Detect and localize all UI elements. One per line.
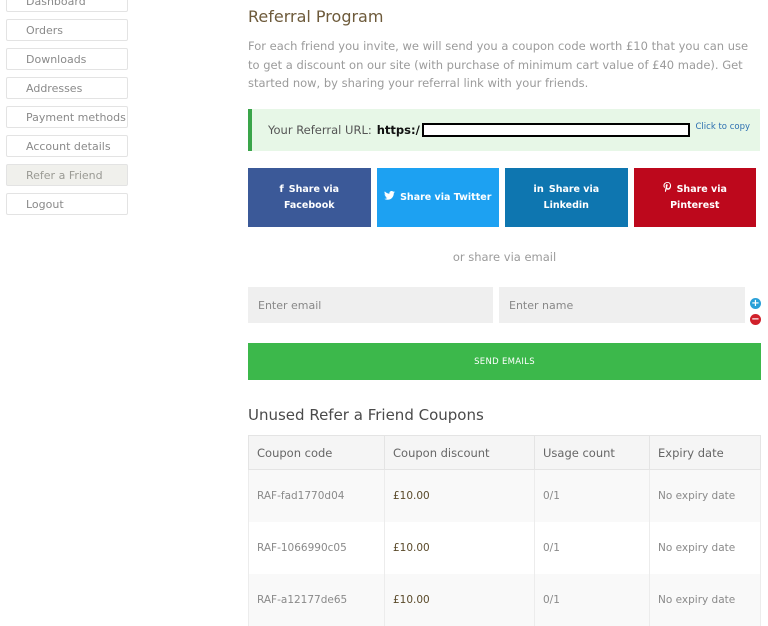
coupon-discount-cell: £10.00: [384, 574, 535, 626]
copy-link-button[interactable]: Click to copy: [696, 122, 751, 132]
intro-text: For each friend you invite, we will send…: [248, 39, 749, 90]
table-row: RAF-fad1770d04 £10.00 0/1 No expiry date: [248, 469, 761, 522]
referral-url[interactable]: https:/: [377, 123, 690, 138]
sidebar-item-dashboard[interactable]: Dashboard: [6, 0, 128, 12]
pinterest-icon: [663, 181, 672, 198]
usage-count-cell: 0/1: [534, 522, 650, 574]
coupon-code-cell: RAF-fad1770d04: [248, 469, 385, 522]
referral-url-box: Your Referral URL: https:/ Click to copy: [248, 109, 760, 151]
redaction-box: [421, 123, 690, 138]
share-pinterest-line1: Share via: [676, 183, 727, 195]
expiry-date-cell: No expiry date: [649, 522, 761, 574]
referral-url-label: Your Referral URL:: [268, 123, 372, 137]
expiry-date-cell: No expiry date: [649, 574, 761, 626]
coupons-table: Coupon code Coupon discount Usage count …: [248, 435, 761, 626]
linkedin-icon: in: [533, 183, 544, 195]
sidebar-item-account-details[interactable]: Account details: [6, 135, 128, 157]
table-row: RAF-a12177de65 £10.00 0/1 No expiry date: [248, 574, 761, 626]
share-twitter-line1: Share via Twitter: [400, 191, 492, 203]
share-facebook-button[interactable]: f Share via Facebook: [248, 168, 371, 227]
twitter-icon: [384, 190, 395, 206]
share-linkedin-button[interactable]: in Share via Linkedin: [505, 168, 628, 227]
add-row-icon[interactable]: +: [750, 298, 761, 309]
column-header-usage-count: Usage count: [534, 435, 650, 470]
email-input[interactable]: [248, 287, 493, 323]
referral-url-prefix: https:/: [376, 122, 420, 137]
sidebar-item-payment-methods[interactable]: Payment methods: [6, 106, 128, 128]
column-header-coupon-discount: Coupon discount: [384, 435, 535, 470]
sidebar-item-addresses[interactable]: Addresses: [6, 77, 128, 99]
column-header-expiry-date: Expiry date: [649, 435, 761, 470]
page-title: Referral Program: [248, 7, 384, 26]
coupon-discount-cell: £10.00: [384, 469, 535, 522]
table-header-row: Coupon code Coupon discount Usage count …: [248, 435, 761, 470]
share-linkedin-line2: Linkedin: [543, 199, 589, 211]
sidebar-item-logout[interactable]: Logout: [6, 193, 128, 215]
expiry-date-cell: No expiry date: [649, 469, 761, 522]
account-sidebar: Dashboard Orders Downloads Addresses Pay…: [6, 0, 128, 222]
coupons-section-title: Unused Refer a Friend Coupons: [248, 406, 484, 424]
share-twitter-button[interactable]: Share via Twitter: [376, 168, 499, 227]
remove-row-icon[interactable]: −: [750, 314, 761, 325]
usage-count-cell: 0/1: [534, 469, 650, 522]
coupon-code-cell: RAF-a12177de65: [248, 574, 385, 626]
usage-count-cell: 0/1: [534, 574, 650, 626]
coupon-discount-cell: £10.00: [384, 522, 535, 574]
table-row: RAF-1066990c05 £10.00 0/1 No expiry date: [248, 522, 761, 574]
share-facebook-line2: Facebook: [283, 199, 335, 211]
share-buttons: f Share via Facebook Share via Twitter i…: [248, 168, 756, 227]
sidebar-item-refer-a-friend[interactable]: Refer a Friend: [6, 164, 128, 186]
name-input[interactable]: [499, 287, 745, 323]
share-pinterest-line2: Pinterest: [670, 199, 720, 211]
send-emails-button[interactable]: SEND EMAILS: [248, 343, 761, 380]
sidebar-item-downloads[interactable]: Downloads: [6, 48, 128, 70]
coupon-code-cell: RAF-1066990c05: [248, 522, 385, 574]
share-facebook-line1: Share via: [288, 183, 340, 195]
sidebar-item-orders[interactable]: Orders: [6, 19, 128, 41]
share-linkedin-line1: Share via: [548, 183, 600, 195]
share-pinterest-button[interactable]: Share via Pinterest: [633, 168, 756, 227]
column-header-coupon-code: Coupon code: [248, 435, 385, 470]
or-share-via-email-text: or share via email: [452, 250, 557, 264]
facebook-icon: f: [279, 183, 284, 195]
